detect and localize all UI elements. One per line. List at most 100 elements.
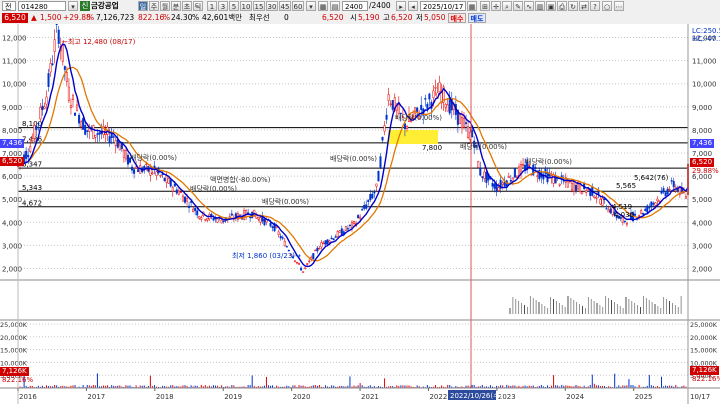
count-input[interactable]: 2400: [342, 1, 368, 11]
period-minute-button[interactable]: 분: [171, 1, 181, 11]
volume-bar: [96, 373, 98, 388]
interval-30-button[interactable]: 30: [266, 1, 278, 11]
candle: [458, 114, 461, 124]
candle: [55, 24, 58, 25]
low-annotation: 최저 1,860 (03/23)→: [232, 251, 301, 260]
candle: [672, 181, 675, 188]
candle: [271, 226, 274, 228]
candle: [666, 188, 669, 195]
right-info-hc: HC:-47.76: [692, 35, 720, 43]
calendar-icon[interactable]: ▦: [467, 1, 477, 11]
period-month-button[interactable]: 월: [160, 1, 170, 11]
candle: [483, 171, 486, 179]
candle: [644, 208, 647, 211]
candle: [428, 93, 431, 100]
date-prev-button[interactable]: ◂: [408, 1, 418, 11]
draw-button[interactable]: ✎: [513, 1, 523, 11]
candle: [491, 183, 494, 187]
candle: [326, 239, 329, 245]
candle: [206, 218, 209, 221]
candle: [350, 222, 353, 229]
search-button[interactable]: ▾: [68, 1, 78, 11]
chart-type-button[interactable]: ▤: [330, 1, 340, 11]
stock-chart[interactable]: 8,1007,4366,3475,3434,672 25,000K25,000K…: [0, 24, 720, 404]
period-day-button[interactable]: 일: [138, 1, 148, 11]
volume-bar: [593, 383, 595, 388]
print-button[interactable]: ⎙: [557, 1, 567, 11]
candle: [47, 73, 50, 87]
change-percent: +29.88: [63, 13, 91, 22]
buy-button[interactable]: 매수: [448, 13, 466, 23]
up-arrow-icon: ▲: [31, 13, 37, 22]
ratio-value: 24.30: [171, 13, 193, 22]
refresh-button[interactable]: ↻: [568, 1, 578, 11]
interval-10-button[interactable]: 10: [240, 1, 252, 11]
more-button[interactable]: ⋯: [614, 1, 624, 11]
candle: [230, 213, 233, 216]
candle: [71, 95, 74, 100]
interval-15-button[interactable]: 15: [253, 1, 265, 11]
code-prefix-select[interactable]: 전: [2, 1, 16, 11]
reset-button[interactable]: ○: [602, 1, 612, 11]
link-button[interactable]: ⇄: [579, 1, 589, 11]
help-button[interactable]: ?: [590, 1, 600, 11]
candle: [432, 90, 435, 98]
interval-1-button[interactable]: 1: [207, 1, 217, 11]
candle: [63, 66, 66, 70]
count-total: /2400: [369, 1, 391, 10]
crosshair-button[interactable]: ✛: [491, 1, 501, 11]
sell-button[interactable]: 매도: [468, 13, 486, 23]
candle: [181, 195, 184, 202]
candle: [403, 123, 406, 130]
candle: [257, 217, 260, 220]
candle: [389, 103, 392, 105]
candle: [25, 150, 28, 159]
stock-code-input[interactable]: 014280: [18, 1, 66, 11]
price-point-annotation: 5,642(76): [634, 174, 669, 182]
candle: [424, 98, 427, 100]
candle: [110, 133, 113, 139]
interval-5-button[interactable]: 5: [229, 1, 239, 11]
candle: [652, 202, 655, 205]
interval-settings-button[interactable]: ▦: [318, 1, 328, 11]
volume-bar: [265, 376, 267, 388]
grid-toggle-button[interactable]: ⊞: [480, 1, 490, 11]
candle: [359, 216, 362, 219]
turnover-percent: 822.16: [138, 13, 165, 22]
candle: [485, 171, 488, 183]
date-input[interactable]: 2025/10/17: [420, 1, 466, 11]
right-price-tag-current: 6,520: [690, 158, 715, 167]
candle: [220, 219, 223, 224]
dividend-annotation: 배당락(0.00%): [330, 154, 377, 163]
percent-mark-3: %: [192, 13, 200, 22]
candle: [222, 220, 225, 222]
count-apply-button[interactable]: ▸: [396, 1, 406, 11]
period-week-button[interactable]: 주: [149, 1, 159, 11]
volume-bar: [628, 379, 630, 388]
candle: [662, 188, 665, 193]
interval-dropdown-button[interactable]: ▾: [306, 1, 316, 11]
save-button[interactable]: ▣: [546, 1, 556, 11]
period-tick-button[interactable]: 틱: [193, 1, 203, 11]
candle: [605, 208, 608, 210]
candle: [108, 136, 111, 143]
volume-bar: [648, 374, 650, 388]
toolbar: 전 014280 ▾ 신 금강공업 일 주 월 분 초 틱 1 3 5 10 1…: [0, 0, 720, 25]
candle: [658, 200, 661, 203]
interval-3-button[interactable]: 3: [218, 1, 228, 11]
indicator-button[interactable]: ∿: [524, 1, 534, 11]
candle: [338, 230, 341, 233]
period-second-button[interactable]: 초: [182, 1, 192, 11]
layout-button[interactable]: ▥: [535, 1, 545, 11]
candle: [660, 190, 663, 194]
candle: [171, 187, 174, 192]
candle: [316, 247, 319, 252]
candle: [320, 242, 323, 248]
interval-45-button[interactable]: 45: [279, 1, 291, 11]
zoom-button[interactable]: ⌕: [502, 1, 512, 11]
candle: [49, 62, 52, 73]
candle: [281, 237, 284, 239]
candle: [200, 217, 203, 220]
interval-60-button[interactable]: 60: [292, 1, 304, 11]
candle: [177, 190, 180, 195]
